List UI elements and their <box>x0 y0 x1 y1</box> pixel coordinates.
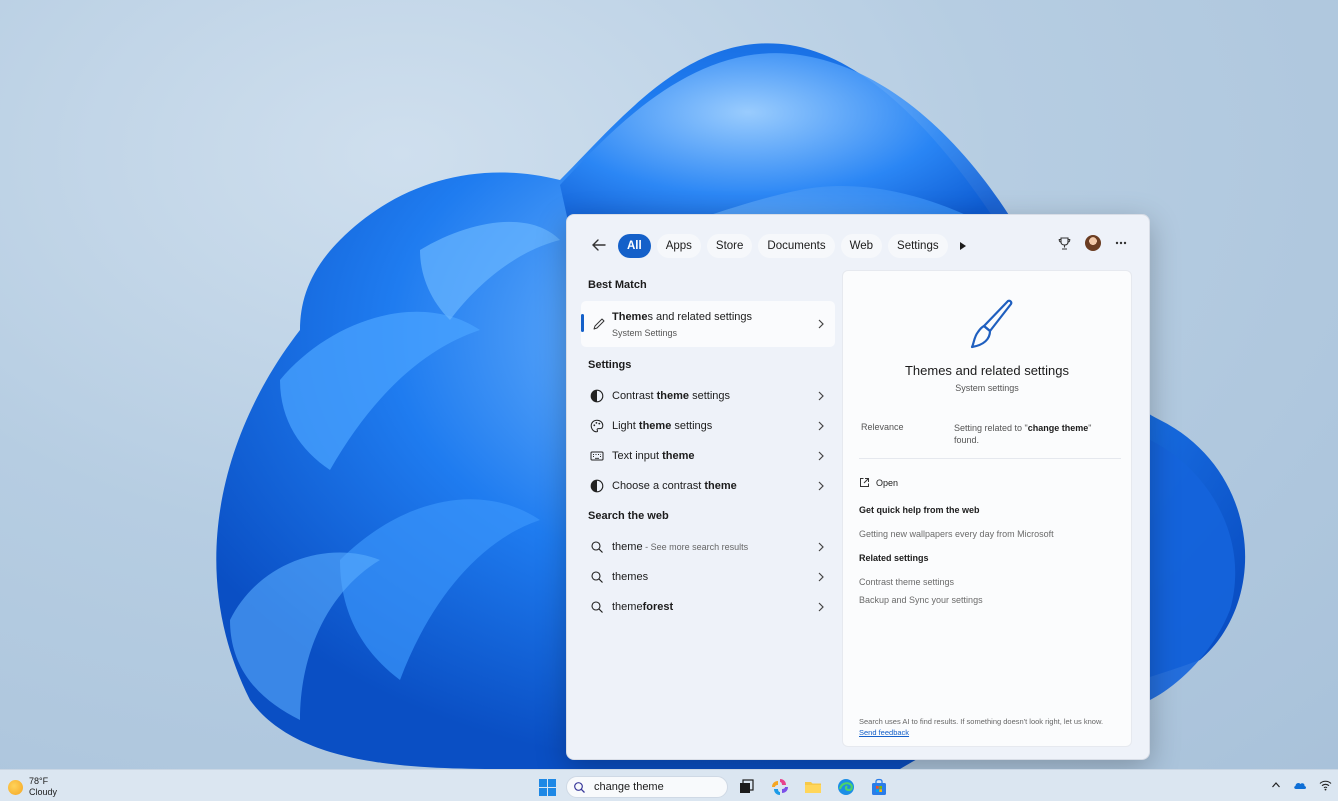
relevance-value: Setting related to "change theme" found. <box>954 423 1092 445</box>
microsoft-store-icon[interactable] <box>870 778 888 796</box>
relevance-label: Relevance <box>861 422 904 432</box>
back-arrow-icon[interactable] <box>589 235 609 255</box>
chevron-right-icon <box>818 451 824 461</box>
filter-apps[interactable]: Apps <box>656 234 701 258</box>
rewards-trophy-icon[interactable] <box>1058 236 1071 250</box>
settings-item-contrast-theme[interactable]: Contrast theme settings <box>581 381 835 411</box>
search-input[interactable] <box>594 781 714 793</box>
filter-web[interactable]: Web <box>840 234 883 258</box>
quick-help-link[interactable]: Getting new wallpapers every day from Mi… <box>859 529 1054 539</box>
user-avatar[interactable] <box>1085 235 1101 251</box>
best-match-item[interactable]: Themes and related settings System Setti… <box>581 301 835 347</box>
chevron-right-icon <box>818 602 824 612</box>
search-icon <box>591 541 603 553</box>
contrast-icon <box>590 479 604 493</box>
contrast-icon <box>590 389 604 403</box>
search-icon <box>591 601 603 613</box>
taskbar: 78°F Cloudy <box>0 769 1338 801</box>
divider <box>859 458 1121 459</box>
settings-item-light-theme[interactable]: Light theme settings <box>581 411 835 441</box>
best-match-title: Themes and related settings <box>612 311 753 323</box>
task-view-icon[interactable] <box>737 778 755 796</box>
web-result-themeforest[interactable]: themeforest <box>581 592 835 622</box>
search-panel: All Apps Store Documents Web Settings Be… <box>566 214 1150 760</box>
selection-indicator <box>581 314 584 332</box>
open-external-icon <box>860 478 869 487</box>
search-web-heading: Search the web <box>588 510 669 522</box>
pencil-icon <box>593 318 605 330</box>
panel-actions <box>1058 235 1127 251</box>
weather-desc: Cloudy <box>29 787 58 797</box>
more-options-icon[interactable] <box>1115 241 1127 245</box>
taskbar-search-box[interactable] <box>566 776 728 798</box>
web-result-themes[interactable]: themes <box>581 562 835 592</box>
edge-browser-icon[interactable] <box>837 778 855 796</box>
search-icon <box>591 571 603 583</box>
more-filters-arrow-icon[interactable] <box>954 234 972 258</box>
filter-documents[interactable]: Documents <box>758 234 835 258</box>
settings-heading: Settings <box>588 359 632 371</box>
chevron-right-icon <box>818 319 824 329</box>
filter-chips: All Apps Store Documents Web Settings <box>618 234 972 258</box>
send-feedback-link[interactable]: Send feedback <box>859 728 909 737</box>
best-match-heading: Best Match <box>588 279 647 291</box>
start-button-windows-icon[interactable] <box>539 779 556 796</box>
chevron-right-icon <box>818 572 824 582</box>
results-list: Best Match Themes and related settings S… <box>581 273 835 622</box>
related-link-contrast[interactable]: Contrast theme settings <box>859 577 954 587</box>
keyboard-icon <box>590 451 604 461</box>
detail-card: Themes and related settings System setti… <box>842 270 1132 747</box>
filter-all[interactable]: All <box>618 234 651 258</box>
best-match-subtitle: System Settings <box>612 328 678 338</box>
copilot-icon[interactable] <box>771 778 789 796</box>
chevron-up-icon[interactable] <box>1271 780 1281 790</box>
system-tray <box>1271 779 1332 791</box>
onedrive-cloud-icon[interactable] <box>1293 780 1307 790</box>
detail-subtitle: System settings <box>955 383 1019 393</box>
open-button[interactable]: Open <box>859 477 898 488</box>
detail-title: Themes and related settings <box>904 363 1070 378</box>
quick-help-heading: Get quick help from the web <box>859 505 980 515</box>
chevron-right-icon <box>818 542 824 552</box>
settings-item-choose-contrast-theme[interactable]: Choose a contrast theme <box>581 471 835 501</box>
weather-widget[interactable]: 78°F Cloudy <box>8 776 57 798</box>
settings-item-text-input-theme[interactable]: Text input theme <box>581 441 835 471</box>
ai-disclaimer: Search uses AI to find results. If somet… <box>859 717 1104 726</box>
related-settings-heading: Related settings <box>859 553 929 563</box>
web-result-theme[interactable]: theme - See more search results <box>581 532 835 562</box>
filter-bar: All Apps Store Documents Web Settings <box>567 215 1149 273</box>
filter-store[interactable]: Store <box>706 234 753 258</box>
sun-icon <box>8 779 23 795</box>
copilot-search-icon <box>574 781 585 793</box>
related-link-backup-sync[interactable]: Backup and Sync your settings <box>859 595 983 605</box>
chevron-right-icon <box>818 421 824 431</box>
wifi-icon[interactable] <box>1319 779 1332 791</box>
paintbrush-icon <box>970 299 1013 349</box>
chevron-right-icon <box>818 481 824 491</box>
chevron-right-icon <box>818 391 824 401</box>
filter-settings[interactable]: Settings <box>888 234 948 258</box>
weather-temp: 78°F <box>29 776 49 786</box>
palette-icon <box>590 419 604 433</box>
file-explorer-icon[interactable] <box>804 778 822 796</box>
